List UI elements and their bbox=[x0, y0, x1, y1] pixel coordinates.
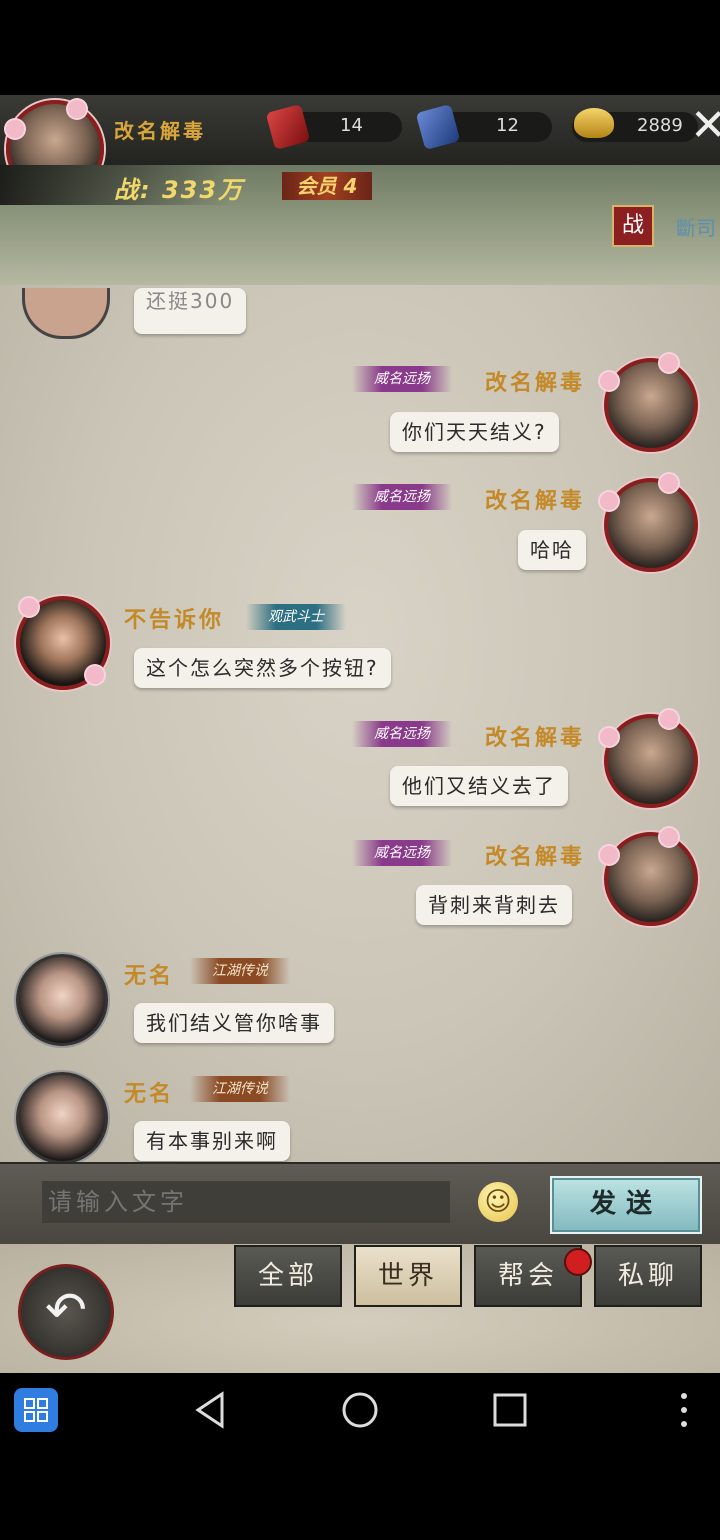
tab-all[interactable]: 全部 bbox=[234, 1245, 342, 1307]
avatar[interactable] bbox=[600, 710, 698, 808]
title-badge: 威名远扬 bbox=[352, 366, 452, 392]
avatar[interactable] bbox=[16, 596, 110, 690]
app-grid-icon[interactable] bbox=[14, 1388, 58, 1432]
message-bubble: 我们结义管你啥事 bbox=[134, 1003, 334, 1043]
resource-value: 14 bbox=[340, 115, 363, 136]
recents-nav-icon[interactable] bbox=[490, 1390, 530, 1430]
back-button[interactable]: ↶ bbox=[18, 1264, 114, 1360]
tab-world[interactable]: 世界 bbox=[354, 1245, 462, 1307]
title-badge: 威名远扬 bbox=[352, 840, 452, 866]
resource-value: 12 bbox=[496, 115, 519, 136]
more-options-icon[interactable] bbox=[672, 1388, 696, 1432]
message-bubble: 他们又结义去了 bbox=[390, 766, 568, 806]
emoji-icon[interactable]: ☺ bbox=[478, 1182, 518, 1222]
notification-dot bbox=[564, 1248, 592, 1276]
sender-name: 无名 bbox=[124, 1082, 175, 1107]
back-nav-icon[interactable] bbox=[190, 1390, 230, 1430]
message-bubble: 有本事别来啊 bbox=[134, 1121, 290, 1161]
title-badge: 观武斗士 bbox=[246, 604, 346, 630]
message-bubble: 这个怎么突然多个按钮? bbox=[134, 648, 391, 688]
close-icon[interactable]: ✕ bbox=[690, 96, 720, 156]
message-bubble: 还挺300 bbox=[134, 288, 247, 334]
map-label: 斷司 bbox=[676, 216, 716, 240]
sender-name: 无名 bbox=[124, 964, 175, 989]
sender-name: 改名解毒 bbox=[485, 489, 586, 514]
sender-name: 改名解毒 bbox=[485, 371, 586, 396]
sender-name: 改名解毒 bbox=[485, 726, 586, 751]
sender-name: 改名解毒 bbox=[485, 845, 586, 870]
send-button[interactable]: 发送 bbox=[550, 1176, 702, 1234]
avatar[interactable] bbox=[16, 1072, 108, 1164]
sender-name: 不告诉你 bbox=[124, 608, 225, 633]
message-bubble: 你们天天结义? bbox=[390, 412, 559, 452]
combat-power: 战: 333万 bbox=[114, 176, 245, 204]
back-arrow-icon: ↶ bbox=[45, 1281, 87, 1339]
vip-badge[interactable]: 会员 4 bbox=[282, 172, 372, 200]
home-nav-icon[interactable] bbox=[340, 1390, 380, 1430]
avatar[interactable] bbox=[600, 354, 698, 452]
avatar[interactable] bbox=[600, 474, 698, 572]
title-badge: 江湖传说 bbox=[190, 1076, 290, 1102]
message-bubble: 哈哈 bbox=[518, 530, 586, 570]
tab-private[interactable]: 私聊 bbox=[594, 1245, 702, 1307]
resource-value: 2889 bbox=[637, 115, 683, 136]
avatar[interactable] bbox=[600, 828, 698, 926]
title-badge: 威名远扬 bbox=[352, 721, 452, 747]
title-badge: 江湖传说 bbox=[190, 958, 290, 984]
title-badge: 威名远扬 bbox=[352, 484, 452, 510]
chat-input[interactable] bbox=[42, 1181, 450, 1223]
gold-ingot-icon[interactable] bbox=[574, 108, 614, 138]
battle-flag[interactable]: 战 bbox=[612, 205, 654, 247]
player-name: 改名解毒 bbox=[114, 119, 206, 143]
message-bubble: 背刺来背刺去 bbox=[416, 885, 572, 925]
avatar[interactable] bbox=[16, 954, 108, 1046]
